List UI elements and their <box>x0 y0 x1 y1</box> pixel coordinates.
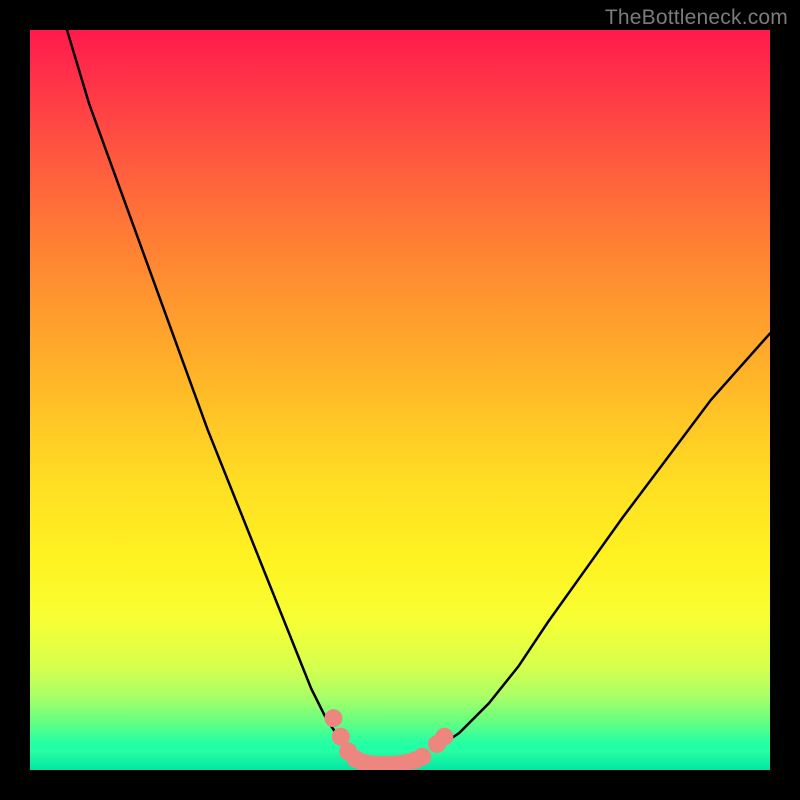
chart-svg <box>30 30 770 770</box>
plot-area <box>30 30 770 770</box>
marker-point <box>435 728 453 746</box>
series-left-curve <box>67 30 348 748</box>
watermark-text: TheBottleneck.com <box>605 6 788 30</box>
marker-point <box>324 709 342 727</box>
series-right-curve <box>437 333 770 747</box>
marker-point <box>413 748 431 766</box>
chart-frame: TheBottleneck.com <box>0 0 800 800</box>
